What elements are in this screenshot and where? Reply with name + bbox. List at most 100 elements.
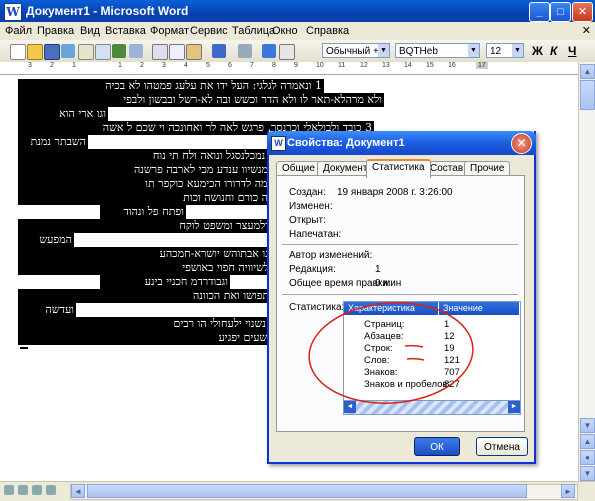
menu-edit[interactable]: Правка: [37, 25, 74, 37]
scroll-left-icon[interactable]: ◄: [344, 401, 356, 413]
ruler-mark: 8: [272, 62, 276, 69]
print-preview-icon[interactable]: [95, 44, 111, 60]
menu-insert[interactable]: Вставка: [105, 25, 146, 37]
chevron-down-icon[interactable]: ▼: [378, 44, 389, 57]
stat-value: 121: [444, 355, 460, 366]
menu-help[interactable]: Справка: [306, 25, 349, 37]
document-line[interactable]: השבתר נמנת: [18, 135, 88, 149]
outline-view-icon[interactable]: [46, 485, 56, 495]
size-combo[interactable]: 12 ▼: [486, 43, 524, 58]
word-app-icon[interactable]: W: [4, 3, 22, 21]
font-combo[interactable]: BQTHeb ▼: [395, 43, 480, 58]
menu-window[interactable]: Окно: [272, 25, 298, 37]
printed-label: Напечатан:: [289, 229, 342, 240]
list-horizontal-scrollbar[interactable]: ◄ ►: [344, 400, 520, 414]
ruler-mark: 13: [382, 62, 390, 69]
ruler-mark: 10: [316, 62, 324, 69]
font-combo-value: BQTHeb: [399, 46, 438, 57]
stat-name: Абзацев:: [364, 331, 404, 342]
document-line[interactable]: 1 ונאמרה לגלגי: העל ידו את עלעג פמטהו לא…: [18, 79, 324, 93]
new-document-icon[interactable]: [10, 44, 26, 60]
columns-icon[interactable]: [279, 44, 295, 60]
dialog-close-button[interactable]: ✕: [511, 133, 532, 154]
tab-statistics[interactable]: Статистика: [366, 159, 431, 178]
normal-view-icon[interactable]: [4, 485, 14, 495]
scroll-up-icon[interactable]: ▲: [580, 64, 595, 79]
prev-page-icon[interactable]: ▲: [580, 434, 595, 449]
column-header-value[interactable]: Значение: [439, 302, 520, 315]
open-folder-icon[interactable]: [27, 44, 43, 60]
document-line[interactable]: ולא מרהלא-תאר לו ולא הדר וכשש ובה לא-רשל…: [18, 93, 384, 107]
vertical-scrollbar[interactable]: ▲ ▼ ▲ ● ▼: [578, 62, 595, 481]
close-document-button[interactable]: ✕: [582, 24, 591, 37]
stat-value: 707: [444, 367, 460, 378]
browse-object-icon[interactable]: ●: [580, 450, 595, 465]
stat-value: 12: [444, 331, 455, 342]
menu-bar: Файл Правка Вид Вставка Формат Сервис Та…: [0, 22, 595, 41]
undo-icon[interactable]: [212, 44, 226, 58]
print-layout-icon[interactable]: [32, 485, 42, 495]
italic-button[interactable]: К: [550, 44, 557, 58]
save-icon[interactable]: [44, 44, 60, 60]
minimize-button[interactable]: _: [529, 2, 550, 22]
divider: [282, 244, 518, 245]
web-view-icon[interactable]: [18, 485, 28, 495]
cut-icon[interactable]: [152, 44, 168, 60]
stat-name: Знаков и пробелов:: [364, 379, 451, 390]
menu-table[interactable]: Таблица: [232, 25, 275, 37]
opened-label: Открыт:: [289, 215, 326, 226]
menu-format[interactable]: Формат: [150, 25, 189, 37]
research-icon[interactable]: [129, 44, 143, 58]
table-icon[interactable]: [262, 44, 276, 58]
scroll-down-icon[interactable]: ▼: [580, 418, 595, 433]
tab-general[interactable]: Общие: [276, 161, 321, 176]
style-combo[interactable]: Обычный + BQT ▼: [322, 43, 390, 72]
next-page-icon[interactable]: ▼: [580, 466, 595, 481]
document-line[interactable]: המפעש: [18, 233, 74, 247]
ruler[interactable]: 3 2 1 1 2 3 4 5 6 7 8 9 10 11 12 13 14 1…: [0, 62, 595, 75]
text-cursor: [20, 347, 28, 349]
menu-file[interactable]: Файл: [5, 25, 32, 37]
bold-button[interactable]: Ж: [532, 44, 543, 58]
tab-contents[interactable]: Состав: [424, 161, 470, 176]
ruler-mark: 14: [404, 62, 412, 69]
cancel-button[interactable]: Отмена: [476, 437, 528, 456]
statistics-panel: Создан: 19 января 2008 г. 3:26:00 Измене…: [276, 175, 525, 432]
ok-button[interactable]: ОК: [414, 437, 460, 456]
document-line[interactable]: וגו ארי הוא: [18, 107, 108, 121]
close-button[interactable]: ✕: [572, 2, 593, 22]
document-line[interactable]: ופתח פל ונהוד: [100, 205, 186, 219]
paste-icon[interactable]: [186, 44, 202, 60]
maximize-button[interactable]: □: [550, 2, 571, 22]
ruler-mark: 4: [184, 62, 188, 69]
tab-custom[interactable]: Прочие: [464, 161, 511, 176]
underline-button[interactable]: Ч: [568, 44, 576, 58]
size-combo-value: 12: [490, 46, 502, 57]
scroll-thumb[interactable]: [580, 80, 595, 110]
copy-icon[interactable]: [169, 44, 185, 60]
chevron-down-icon[interactable]: ▼: [468, 44, 479, 57]
print-icon[interactable]: [78, 44, 94, 60]
chevron-down-icon[interactable]: ▼: [512, 44, 523, 57]
toolbar: Обычный + BQT ▼ BQTHeb ▼ 12 ▼ Ж К Ч: [0, 40, 595, 72]
stat-name: Страниц:: [364, 319, 405, 330]
menu-tools[interactable]: Сервис: [190, 25, 228, 37]
stat-value: 19: [444, 343, 455, 354]
document-line[interactable]: ועדשה: [18, 303, 76, 317]
statistics-list[interactable]: Характеристика Значение Страниц: 1 Абзац…: [343, 301, 521, 415]
permission-icon[interactable]: [61, 44, 75, 58]
scroll-right-icon[interactable]: ►: [561, 484, 575, 498]
horizontal-scrollbar[interactable]: ◄ ►: [70, 484, 578, 500]
document-line[interactable]: וגבודרדמ חכניי בינע: [100, 275, 230, 289]
modified-label: Изменен:: [289, 201, 333, 212]
hscroll-thumb[interactable]: [87, 484, 527, 498]
menu-view[interactable]: Вид: [80, 25, 100, 37]
redo-icon[interactable]: [238, 44, 252, 58]
revision-label: Редакция:: [289, 264, 336, 275]
scroll-left-icon[interactable]: ◄: [71, 484, 85, 498]
spelling-icon[interactable]: [112, 44, 126, 58]
column-header-name[interactable]: Характеристика: [344, 302, 439, 315]
tab-document[interactable]: Документ: [317, 161, 374, 176]
scroll-right-icon[interactable]: ►: [508, 401, 520, 413]
revision-value: 1: [375, 264, 381, 275]
